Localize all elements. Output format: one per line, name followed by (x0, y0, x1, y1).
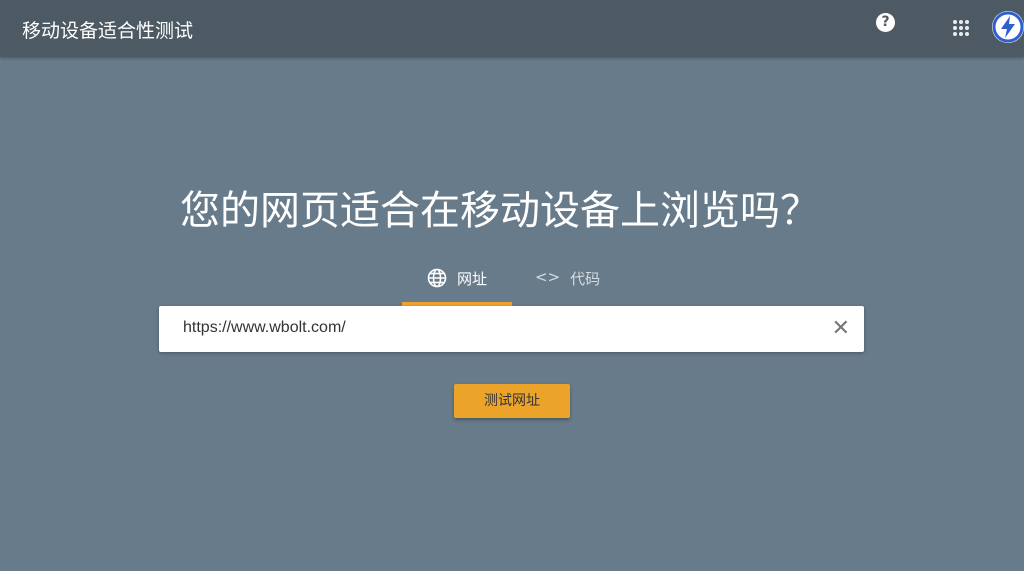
app-title: 移动设备适合性测试 (22, 20, 194, 42)
url-field[interactable]: ✕ (159, 306, 864, 352)
code-icon: <> (535, 268, 561, 286)
tab-code-label: 代码 (570, 270, 601, 288)
clear-icon[interactable]: ✕ (832, 316, 850, 341)
app-header: 移动设备适合性测试 ? (0, 0, 1024, 57)
help-icon[interactable]: ? (876, 13, 895, 32)
globe-icon (427, 268, 447, 288)
apps-grid-icon[interactable] (953, 20, 969, 36)
page-headline: 您的网页适合在移动设备上浏览吗？ (180, 188, 820, 234)
tab-code[interactable]: <> 代码 (535, 268, 600, 306)
test-url-button[interactable]: 测试网址 (454, 384, 570, 418)
tab-url[interactable]: 网址 (402, 268, 512, 306)
lightning-bolt-icon (992, 11, 1024, 43)
tab-url-label: 网址 (456, 270, 487, 288)
avatar[interactable] (992, 11, 1024, 43)
url-input[interactable] (181, 318, 805, 338)
